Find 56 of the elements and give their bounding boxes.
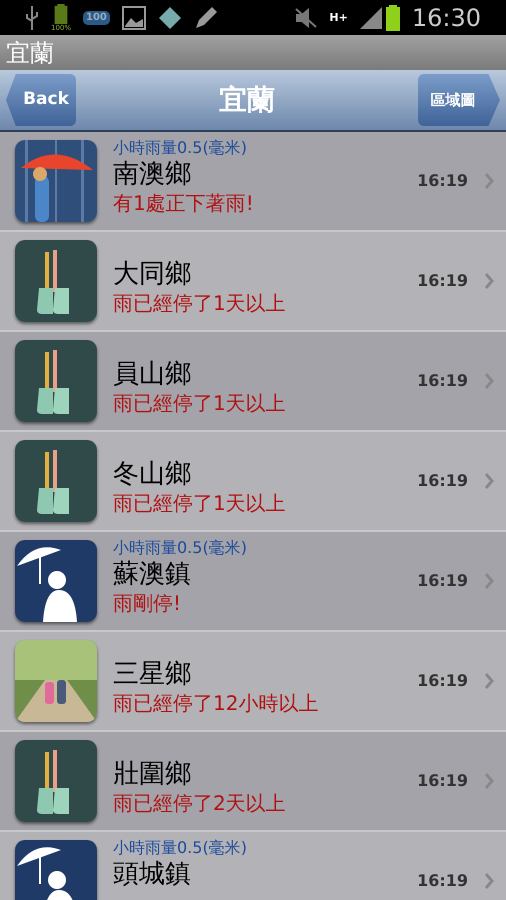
network-label: H+ <box>329 12 348 23</box>
signal-icon <box>360 6 382 28</box>
update-time: 16:19 <box>417 270 468 292</box>
township-name: 冬山鄉 <box>113 458 192 490</box>
township-name: 大同鄉 <box>113 258 192 290</box>
township-name: 三星鄉 <box>113 658 192 690</box>
rain-status: 雨已經停了1天以上 <box>113 290 287 316</box>
rain-status: 雨已經停了1天以上 <box>113 390 287 416</box>
list-row[interactable]: 大同鄉 雨已經停了1天以上 16:19 <box>0 232 506 332</box>
update-time: 16:19 <box>417 870 468 892</box>
chevron-icon <box>484 373 494 389</box>
app-title: 宜蘭 <box>6 40 54 64</box>
mute-icon <box>295 8 318 28</box>
chevron-icon <box>484 673 494 689</box>
update-time: 16:19 <box>417 670 468 692</box>
list-row[interactable]: 冬山鄉 雨已經停了1天以上 16:19 <box>0 432 506 532</box>
township-name: 壯圍鄉 <box>113 758 192 790</box>
list-row[interactable]: 小時雨量0.5(毫米) 頭城鎮 16:19 <box>0 832 506 900</box>
rainfall-label: 小時雨量0.5(毫米) <box>113 138 248 158</box>
screen-title: 宜蘭 <box>219 82 275 118</box>
image-icon <box>122 6 146 30</box>
update-time: 16:19 <box>417 470 468 492</box>
update-time: 16:19 <box>417 370 468 392</box>
notification-badge: 100 <box>83 10 110 24</box>
rain-status: 雨已經停了2天以上 <box>113 790 287 816</box>
battery-icon <box>54 4 68 24</box>
township-name: 員山鄉 <box>113 358 192 390</box>
list-row[interactable]: 小時雨量0.5(毫米) 蘇澳鎮 雨剛停! 16:19 <box>0 532 506 632</box>
usb-icon <box>25 6 39 30</box>
update-time: 16:19 <box>417 570 468 592</box>
back-button[interactable]: Back <box>6 74 76 126</box>
chevron-icon <box>484 473 494 489</box>
chevron-icon <box>484 273 494 289</box>
rainfall-label: 小時雨量0.5(毫米) <box>113 538 248 558</box>
region-map-button[interactable]: 區域圖 <box>418 74 500 126</box>
pencil-icon <box>194 6 218 30</box>
rain-status: 有1處正下著雨! <box>113 190 255 216</box>
rain-status: 雨剛停! <box>113 590 182 616</box>
clock: 16:30 <box>412 6 481 30</box>
update-time: 16:19 <box>417 770 468 792</box>
township-name: 蘇澳鎮 <box>113 558 192 590</box>
battery-icon <box>386 4 400 30</box>
list-row[interactable]: 壯圍鄉 雨已經停了2天以上 16:19 <box>0 732 506 832</box>
township-name: 南澳鄉 <box>113 158 192 190</box>
chevron-icon <box>484 173 494 189</box>
list-row[interactable]: 三星鄉 雨已經停了12小時以上 16:19 <box>0 632 506 732</box>
rain-status: 雨已經停了1天以上 <box>113 490 287 516</box>
rain-status: 雨已經停了12小時以上 <box>113 690 320 716</box>
chevron-icon <box>484 573 494 589</box>
chevron-icon <box>484 773 494 789</box>
chevron-icon <box>484 873 494 889</box>
township-name: 頭城鎮 <box>113 858 192 890</box>
list-row[interactable]: 員山鄉 雨已經停了1天以上 16:19 <box>0 332 506 432</box>
list-row[interactable]: 小時雨量0.5(毫米) 南澳鄉 有1處正下著雨! 16:19 <box>0 132 506 232</box>
update-time: 16:19 <box>417 170 468 192</box>
rainfall-label: 小時雨量0.5(毫米) <box>113 838 248 858</box>
